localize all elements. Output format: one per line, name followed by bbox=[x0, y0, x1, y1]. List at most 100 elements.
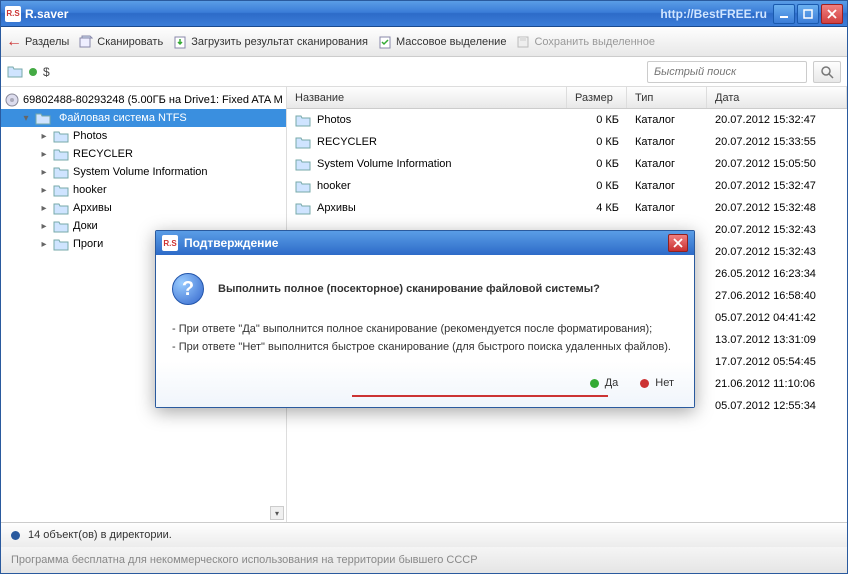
tree-root[interactable]: 69802488-80293248 (5.00ГБ на Drive1: Fix… bbox=[1, 91, 286, 109]
tree-node[interactable]: ▸ hooker bbox=[35, 181, 286, 199]
tree-node[interactable]: ▸ Архивы bbox=[35, 199, 286, 217]
dialog-close-button[interactable] bbox=[668, 234, 688, 252]
expand-icon[interactable]: ▸ bbox=[39, 221, 49, 232]
minimize-button[interactable] bbox=[773, 4, 795, 24]
folder-icon bbox=[295, 157, 311, 171]
toolbar-mass-select[interactable]: Массовое выделение bbox=[378, 35, 506, 49]
folder-icon bbox=[7, 64, 23, 80]
tree-node-filesystem[interactable]: ▾ Файловая система NTFS bbox=[1, 109, 286, 127]
expand-icon[interactable]: ▸ bbox=[39, 203, 49, 214]
search-input[interactable] bbox=[647, 61, 807, 83]
cell-size: 0 КБ bbox=[567, 136, 627, 148]
folder-icon bbox=[53, 237, 69, 251]
cell-name: RECYCLER bbox=[317, 136, 377, 148]
tree-node-label: Доки bbox=[73, 220, 98, 232]
toolbar-label: Разделы bbox=[25, 36, 69, 48]
table-row[interactable]: Photos 0 КБ Каталог 20.07.2012 15:32:47 bbox=[287, 109, 847, 131]
cell-size: 0 КБ bbox=[567, 180, 627, 192]
dialog-body: ? Выполнить полное (посекторное) сканиро… bbox=[156, 255, 694, 407]
window-title: R.saver bbox=[25, 7, 660, 21]
cell-size: 0 КБ bbox=[567, 158, 627, 170]
dialog-title: Подтверждение bbox=[184, 236, 668, 250]
maximize-button[interactable] bbox=[797, 4, 819, 24]
cell-name: System Volume Information bbox=[317, 158, 452, 170]
dialog-titlebar: R.S Подтверждение bbox=[156, 231, 694, 255]
toolbar-save-selected[interactable]: Сохранить выделенное bbox=[516, 35, 655, 49]
cell-date: 20.07.2012 15:32:43 bbox=[707, 224, 847, 236]
dialog-no-label: Нет bbox=[655, 377, 674, 389]
back-arrow-icon: ← bbox=[7, 35, 21, 49]
toolbar-label: Массовое выделение bbox=[396, 36, 506, 48]
load-icon bbox=[173, 35, 187, 49]
folder-icon bbox=[295, 179, 311, 193]
toolbar-load[interactable]: Загрузить результат сканирования bbox=[173, 35, 368, 49]
select-icon bbox=[378, 35, 392, 49]
table-row[interactable]: RECYCLER 0 КБ Каталог 20.07.2012 15:33:5… bbox=[287, 131, 847, 153]
pathbar: $ bbox=[1, 57, 847, 87]
tree-node-label: Photos bbox=[73, 130, 107, 142]
expand-icon[interactable]: ▸ bbox=[39, 239, 49, 250]
cell-name: Photos bbox=[317, 114, 351, 126]
cell-date: 20.07.2012 15:32:47 bbox=[707, 180, 847, 192]
expand-icon[interactable]: ▸ bbox=[39, 131, 49, 142]
cell-type: Каталог bbox=[627, 202, 707, 214]
column-type[interactable]: Тип bbox=[627, 87, 707, 108]
tree-node[interactable]: ▸ Photos bbox=[35, 127, 286, 145]
titlebar: R.S R.saver http://BestFREE.ru bbox=[1, 1, 847, 27]
cell-date: 20.07.2012 15:33:55 bbox=[707, 136, 847, 148]
column-date[interactable]: Дата bbox=[707, 87, 847, 108]
footer-text: Программа бесплатна для некоммерческого … bbox=[11, 554, 478, 566]
cell-date: 13.07.2012 13:31:09 bbox=[707, 334, 847, 346]
tree-node-label: RECYCLER bbox=[73, 148, 133, 160]
column-name[interactable]: Название bbox=[287, 87, 567, 108]
close-button[interactable] bbox=[821, 4, 843, 24]
folder-icon bbox=[53, 219, 69, 233]
cell-type: Каталог bbox=[627, 114, 707, 126]
collapse-icon[interactable]: ▾ bbox=[21, 113, 31, 124]
cell-date: 05.07.2012 04:41:42 bbox=[707, 312, 847, 324]
table-row[interactable]: System Volume Information 0 КБ Каталог 2… bbox=[287, 153, 847, 175]
folder-icon bbox=[53, 165, 69, 179]
tree-node-label: Файловая система NTFS bbox=[55, 111, 191, 125]
toolbar-scan[interactable]: Сканировать bbox=[79, 35, 163, 49]
expand-icon[interactable]: ▸ bbox=[39, 149, 49, 160]
dialog-line-1: - При ответе "Да" выполнится полное скан… bbox=[172, 323, 678, 335]
search-button[interactable] bbox=[813, 61, 841, 83]
cell-size: 4 КБ bbox=[567, 202, 627, 214]
tree-root-label: 69802488-80293248 (5.00ГБ на Drive1: Fix… bbox=[23, 94, 283, 106]
cell-date: 20.07.2012 15:05:50 bbox=[707, 158, 847, 170]
cell-date: 20.07.2012 15:32:47 bbox=[707, 114, 847, 126]
expand-icon[interactable]: ▸ bbox=[39, 167, 49, 178]
listview-header: Название Размер Тип Дата bbox=[287, 87, 847, 109]
tree-node[interactable]: ▸ System Volume Information bbox=[35, 163, 286, 181]
column-size[interactable]: Размер bbox=[567, 87, 627, 108]
disk-icon bbox=[5, 93, 19, 107]
statusbar: 14 объект(ов) в директории. bbox=[1, 523, 847, 547]
cell-date: 21.06.2012 11:10:06 bbox=[707, 378, 847, 390]
folder-icon bbox=[295, 113, 311, 127]
statusbar-text: 14 объект(ов) в директории. bbox=[28, 529, 172, 541]
cell-date: 17.07.2012 05:54:45 bbox=[707, 356, 847, 368]
cell-date: 27.06.2012 16:58:40 bbox=[707, 290, 847, 302]
folder-icon bbox=[53, 201, 69, 215]
dialog-underline bbox=[352, 395, 608, 397]
confirm-dialog: R.S Подтверждение ? Выполнить полное (по… bbox=[155, 230, 695, 408]
cell-name: Архивы bbox=[317, 202, 356, 214]
cell-date: 26.05.2012 16:23:34 bbox=[707, 268, 847, 280]
dialog-yes-label: Да bbox=[605, 377, 619, 389]
status-dot-icon bbox=[29, 68, 37, 76]
tree-node-label: hooker bbox=[73, 184, 107, 196]
tree-node-label: Архивы bbox=[73, 202, 112, 214]
dialog-no-button[interactable]: Нет bbox=[636, 375, 678, 391]
toolbar-sections[interactable]: ← Разделы bbox=[7, 35, 69, 49]
tree-node[interactable]: ▸ RECYCLER bbox=[35, 145, 286, 163]
cell-type: Каталог bbox=[627, 180, 707, 192]
table-row[interactable]: hooker 0 КБ Каталог 20.07.2012 15:32:47 bbox=[287, 175, 847, 197]
red-dot-icon bbox=[640, 379, 649, 388]
table-row[interactable]: Архивы 4 КБ Каталог 20.07.2012 15:32:48 bbox=[287, 197, 847, 219]
expand-icon[interactable]: ▸ bbox=[39, 185, 49, 196]
scroll-down-button[interactable]: ▾ bbox=[270, 506, 284, 520]
dialog-yes-button[interactable]: Да bbox=[586, 375, 623, 391]
toolbar-label: Сканировать bbox=[97, 36, 163, 48]
cell-date: 05.07.2012 12:55:34 bbox=[707, 400, 847, 412]
